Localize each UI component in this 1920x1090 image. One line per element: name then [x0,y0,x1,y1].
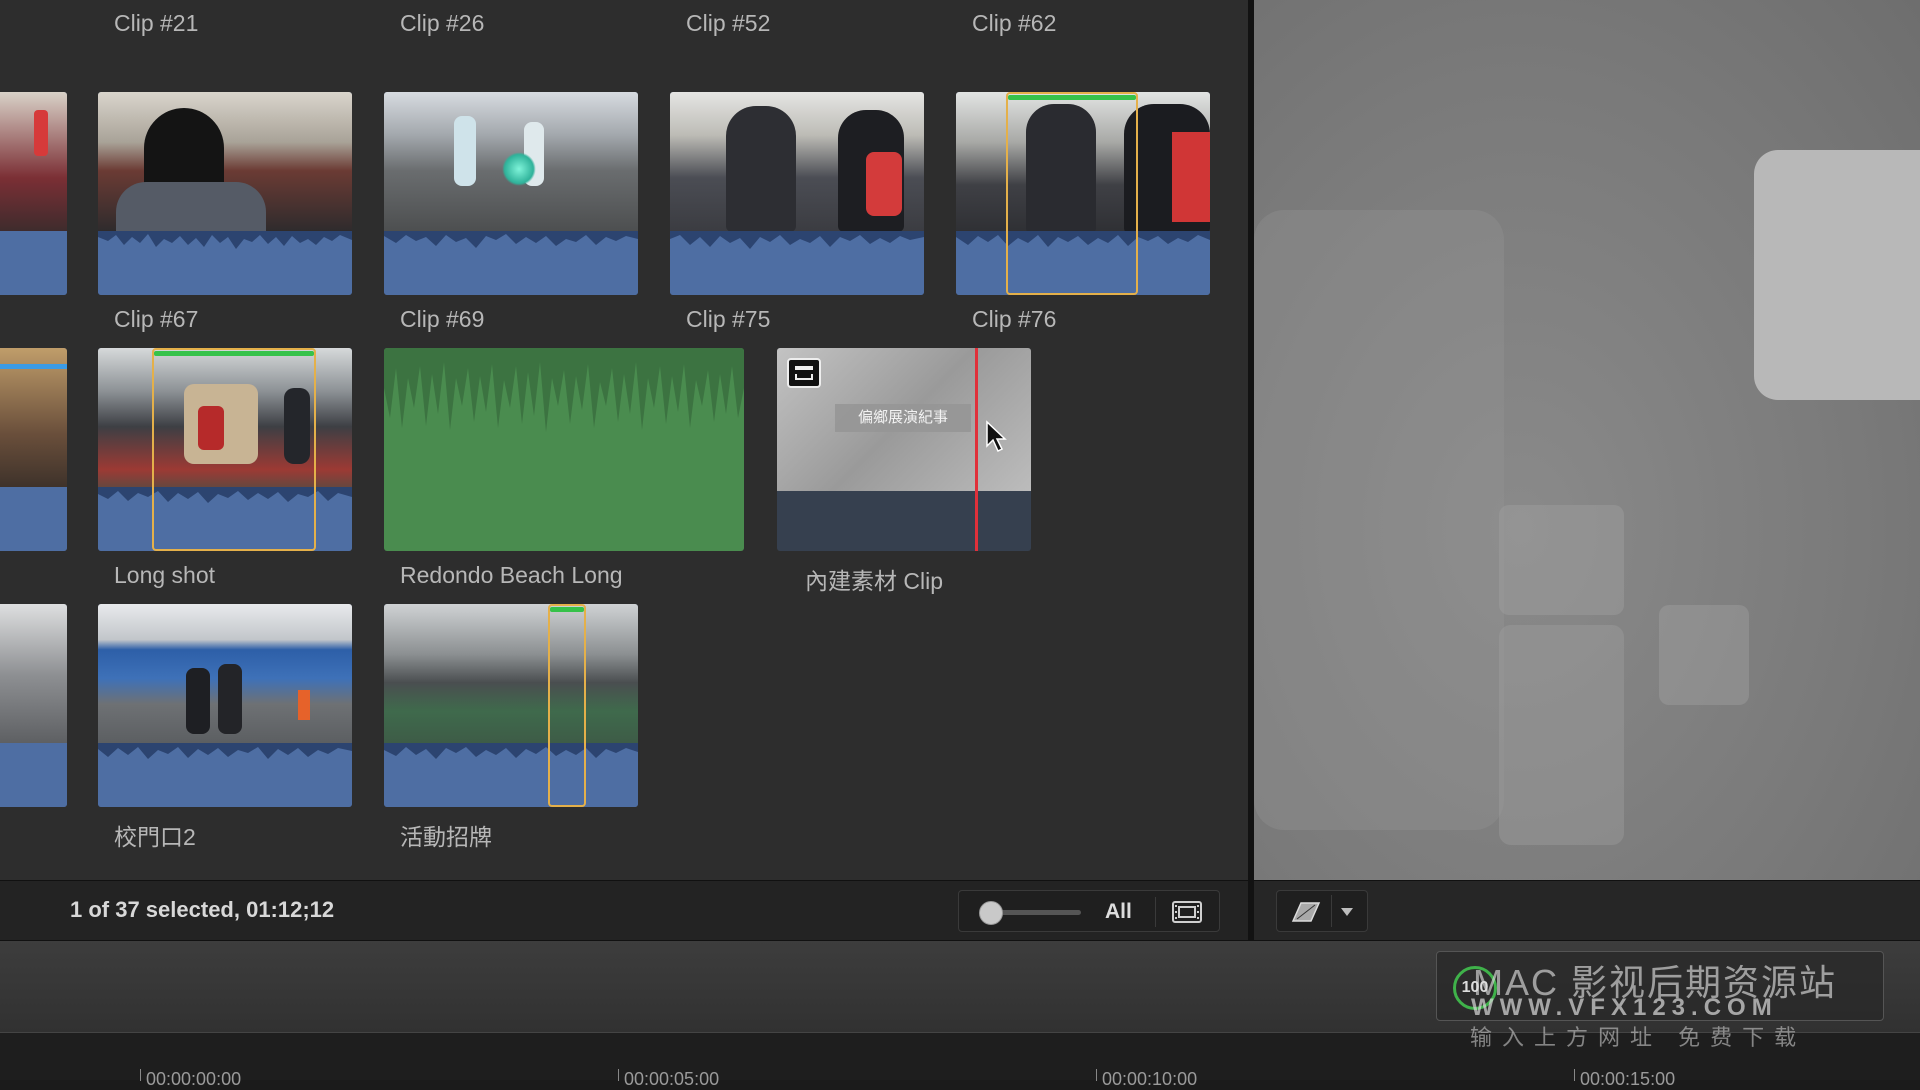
range-selection[interactable] [548,604,586,807]
final-cut-pro-window: Clip #21 Clip #26 Clip #52 Clip #62 Clip… [0,0,1920,1089]
viewer-toolbar [1254,880,1920,940]
clip-card-76[interactable]: Clip #76 [922,92,1210,332]
clip-card-26[interactable]: Clip #26 [350,0,636,36]
clip-card-75[interactable]: Clip #75 [636,92,924,332]
clip-label: Clip #75 [686,306,771,332]
clip-label: Clip #21 [114,10,199,36]
clip-grid: Clip #21 Clip #26 Clip #52 Clip #62 Clip… [0,0,1248,875]
selection-status: 1 of 37 selected, 01:12;12 [70,897,335,922]
clip-card-21[interactable]: Clip #21 [64,0,350,36]
clip-filter-all[interactable]: All [1105,900,1132,924]
clip-appearance-control: All [958,890,1220,932]
clip-label: 活動招牌 [400,824,492,850]
clip-card-partial[interactable] [0,348,67,551]
clip-label: Clip #76 [972,306,1057,332]
audio-waveform [670,231,924,295]
browser-status-bar: 1 of 37 selected, 01:12;12 All [0,880,1248,940]
audio-only-clip [384,348,744,551]
watermark-banner: 100 MAC 影视后期资源站 WWW.VFX123.COM [1436,951,1884,1021]
clip-card-partial[interactable] [0,604,67,807]
audio-waveform [384,743,638,807]
watermark-subtitle: 输入上方网址 免费下载 [1470,1025,1807,1050]
clip-card-62[interactable]: Clip #62 [922,0,1208,36]
clip-card-redondo-beach[interactable]: Redondo Beach Long [350,348,744,588]
audio-waveform [384,231,638,295]
clip-card-69[interactable]: Clip #69 [350,92,638,332]
clip-label: Long shot [114,562,216,588]
mouse-pointer-icon [986,420,1007,453]
title-generator-icon [787,358,821,388]
range-selection[interactable] [152,348,316,551]
viewer-canvas [1254,0,1920,880]
transform-tool-button[interactable] [1276,890,1368,932]
audio-waveform [98,231,352,295]
event-browser: Clip #21 Clip #26 Clip #52 Clip #62 Clip… [0,0,1248,880]
clip-card-event-sign[interactable]: 活動招牌 [350,604,638,850]
range-selection[interactable] [1006,92,1138,295]
clip-label: Clip #69 [400,306,485,332]
clip-card-long-shot[interactable]: Long shot [64,348,352,588]
clip-label: Clip #67 [114,306,199,332]
clip-label: Clip #62 [972,10,1057,36]
clip-label: Clip #26 [400,10,485,36]
clip-card-built-in[interactable]: 偏鄉展演紀事 內建素材 Clip [743,348,1031,594]
clip-label: 校門口2 [114,824,196,850]
filmstrip-icon[interactable] [1171,899,1203,925]
zoom-slider-knob[interactable] [979,901,1003,925]
clip-card-52[interactable]: Clip #52 [636,0,922,36]
clip-label: Redondo Beach Long [400,562,623,588]
audio-waveform [98,743,352,807]
skimmer-playhead[interactable] [975,348,978,551]
clip-card-67[interactable]: Clip #67 [64,92,352,332]
clip-label: 內建素材 Clip [805,568,944,594]
watermark-url: WWW.VFX123.COM [1471,994,1778,1021]
clip-card-school-gate[interactable]: 校門口2 [64,604,352,850]
title-overlay: 偏鄉展演紀事 [835,404,971,432]
clip-label: Clip #52 [686,10,771,36]
clip-card-partial[interactable] [0,92,67,295]
